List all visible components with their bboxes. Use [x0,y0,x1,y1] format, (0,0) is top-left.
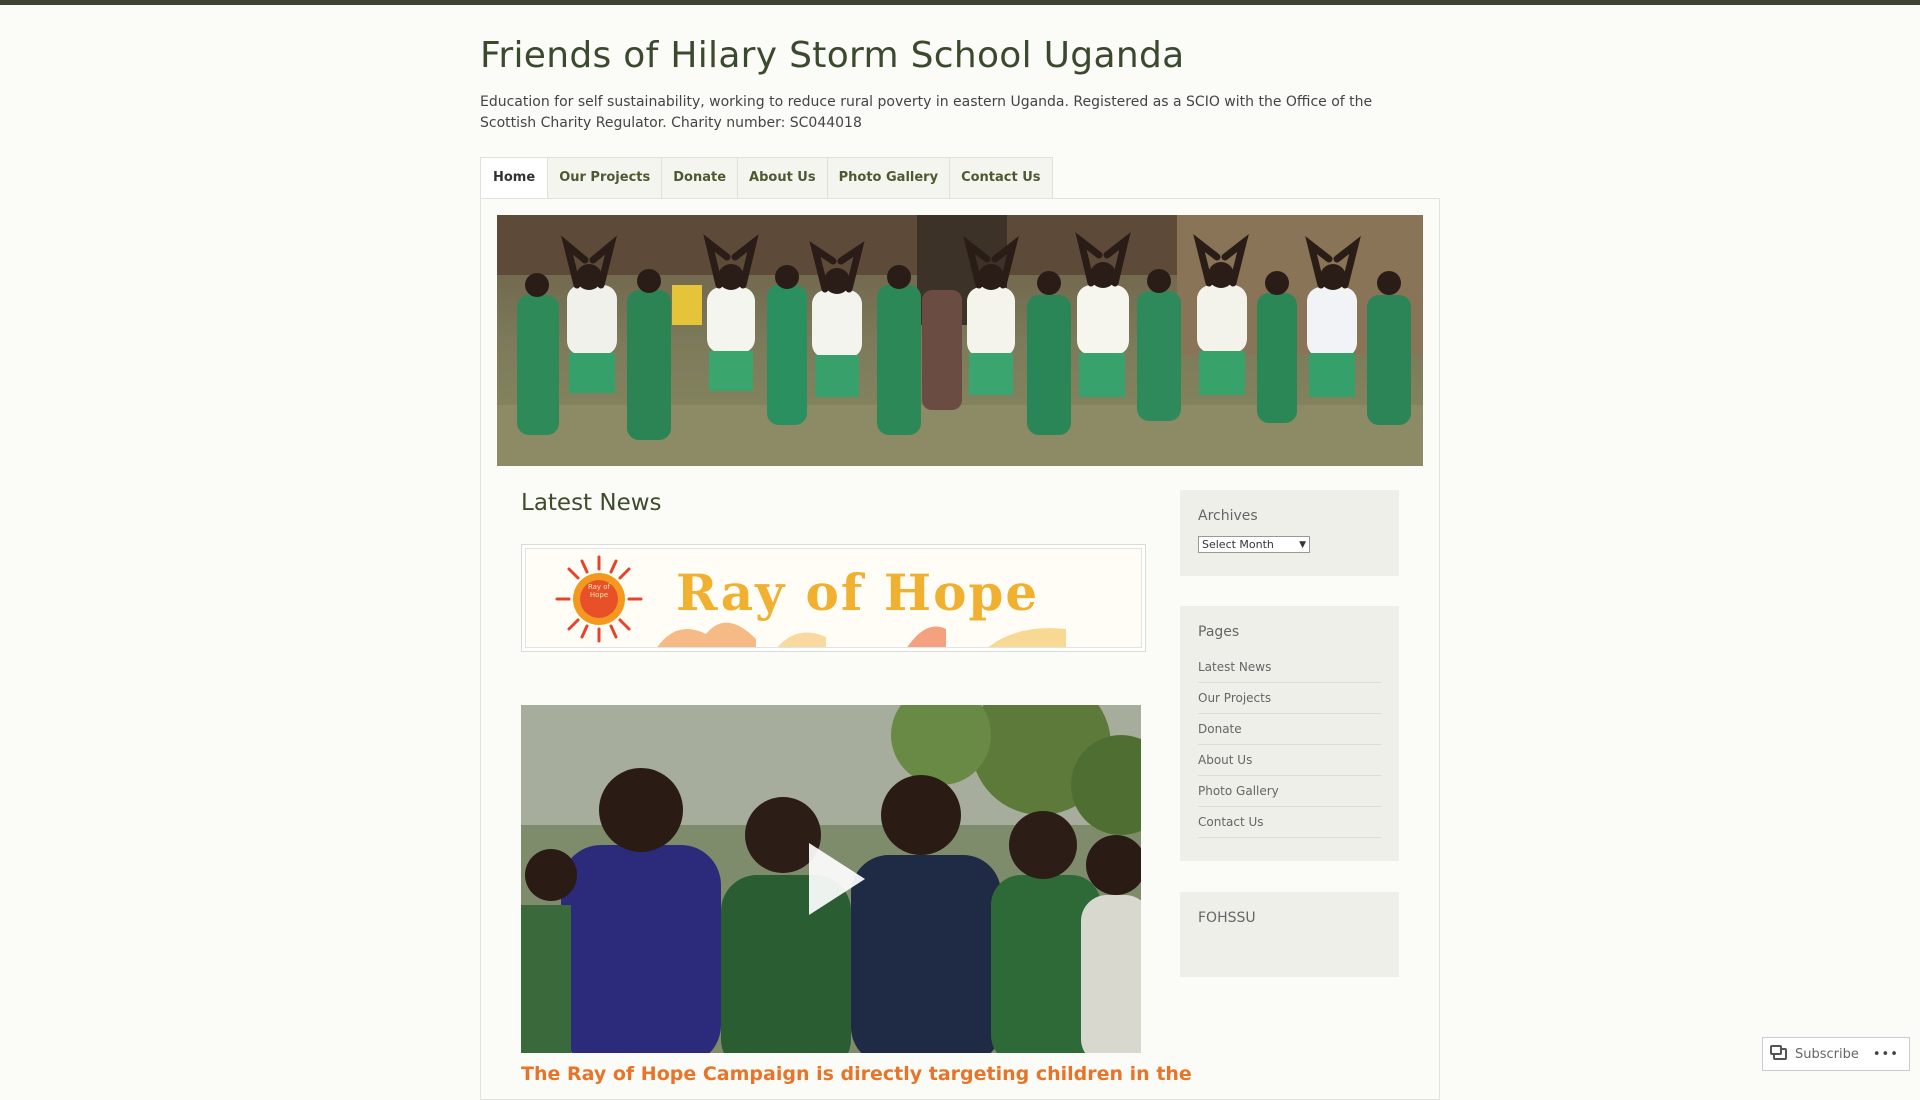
banner-image: Ray of Hope Ray of Hope [525,548,1142,648]
pages-item-latest-news[interactable]: Latest News [1198,652,1381,683]
subscribe-button[interactable]: Subscribe [1795,1047,1859,1062]
banner-text: Ray of Hope [676,563,1040,622]
video-player[interactable] [521,705,1141,1053]
archives-select-value: Select Month [1202,538,1274,551]
pages-item-photo-gallery[interactable]: Photo Gallery [1198,776,1381,807]
nav-donate[interactable]: Donate [662,158,739,200]
site-description: Education for self sustainability, worki… [480,94,1373,131]
fohssu-title: FOHSSU [1198,910,1256,926]
subscribe-icon[interactable] [1770,1045,1787,1060]
play-icon[interactable] [809,843,865,915]
top-accent-bar [0,0,1920,5]
post-title[interactable]: The Ray of Hope Campaign is directly tar… [521,1063,1192,1085]
header-photo [497,215,1423,466]
nav-photo-gallery[interactable]: Photo Gallery [828,158,951,200]
chevron-down-icon: ▼ [1299,539,1306,550]
pages-title: Pages [1198,624,1240,640]
archives-widget: Archives Select Month ▼ [1180,490,1399,576]
main-column: Latest News Ray of Hope Ray of Hope The … [521,485,1192,1085]
subscribe-bar: Subscribe ••• [1762,1037,1910,1071]
pages-item-contact-us[interactable]: Contact Us [1198,807,1381,838]
main-nav: Home Our Projects Donate About Us Photo … [480,157,1053,201]
archives-select[interactable]: Select Month ▼ [1198,536,1310,553]
nav-about-us[interactable]: About Us [738,158,828,200]
nav-home[interactable]: Home [481,158,549,200]
more-options-icon[interactable]: ••• [1873,1047,1899,1062]
ray-of-hope-banner[interactable]: Ray of Hope Ray of Hope [521,544,1146,652]
pages-item-our-projects[interactable]: Our Projects [1198,683,1381,714]
nav-contact-us[interactable]: Contact Us [950,158,1051,200]
nav-our-projects[interactable]: Our Projects [548,158,663,200]
pages-item-about-us[interactable]: About Us [1198,745,1381,776]
fohssu-widget: FOHSSU [1180,892,1399,977]
header-image [497,215,1423,466]
site-title[interactable]: Friends of Hilary Storm School Uganda [480,32,1440,80]
archives-title: Archives [1198,508,1258,524]
pages-widget: Pages Latest News Our Projects Donate Ab… [1180,606,1399,861]
site-header: Friends of Hilary Storm School Uganda Ed… [480,32,1440,134]
page-title: Latest News [521,490,662,516]
sun-logo-text: Ray of Hope [587,583,611,599]
pages-item-donate[interactable]: Donate [1198,714,1381,745]
